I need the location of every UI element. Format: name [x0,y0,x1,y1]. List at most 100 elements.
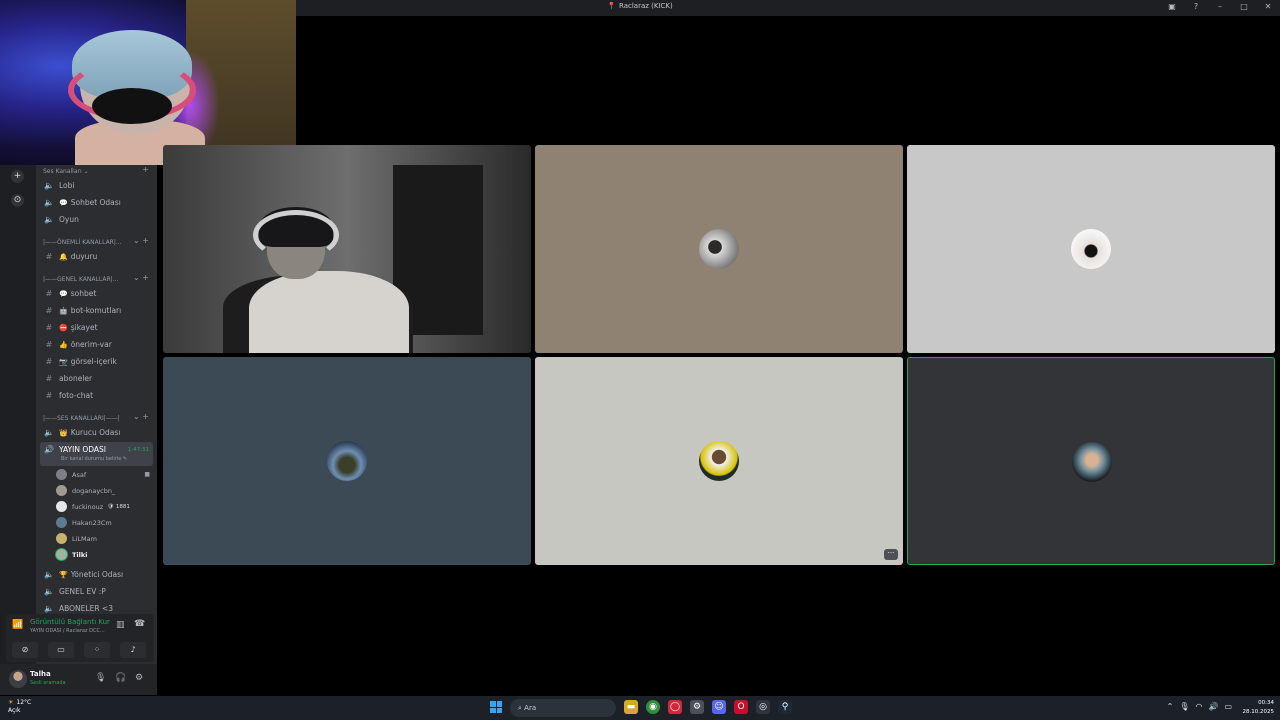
more-options-icon[interactable]: ··· [884,549,898,560]
category-header[interactable]: |——ÖNEMLİ KANALLAR|... [43,239,122,246]
category-label: Ses Kanalları [43,168,82,175]
voice-member[interactable]: doganaycbn_ [56,483,153,498]
user-status: Sesli aramada [30,680,66,686]
channel-emoji: 📷 [59,357,68,366]
channel-label: GENEL EV :P [59,587,106,596]
avatar[interactable] [9,670,27,688]
search-box[interactable]: ⌕ Ara [510,699,616,717]
channel-duyuru[interactable]: # 🔔 duyuru [40,249,153,264]
video-tile[interactable] [907,145,1275,353]
channel-bot-komutlari[interactable]: # 🤖 bot-komutları [40,303,153,318]
minimize-icon[interactable]: – [1214,2,1226,11]
camera-off-button[interactable]: ⊘ [12,642,38,658]
channel-label: YAYIN ODASI [59,445,106,454]
disconnect-icon[interactable]: ☎ [134,619,145,629]
sun-icon: ☀ [8,699,14,706]
discover-icon[interactable]: ⊙ [11,194,24,207]
microphone-icon[interactable]: 🎙 [95,673,106,683]
steam-icon[interactable]: ⚲ [778,700,792,714]
add-channel-icon[interactable]: ⌄ + [133,273,149,282]
channel-emoji: 🤖 [59,306,68,315]
add-channel-icon[interactable]: ⌄ + [133,236,149,245]
noise-suppression-icon[interactable]: ▥ [116,620,125,630]
channel-label: önerim-var [70,340,112,349]
activities-button[interactable]: ⁘ [84,642,110,658]
voice-member[interactable]: LiLMam [56,531,153,546]
voice-member[interactable]: Tilki [56,547,153,562]
category-label: |——GENEL KANALLAR|... [43,276,119,283]
discord-icon[interactable]: ☺ [712,700,726,714]
windows-taskbar: ☀ 12°C Açık ⌕ Ara ▬ ◉ ◯ ⚙ ☺ O ◎ ⚲ ⌃ 🎙 ◠ 🔊 … [0,696,1280,720]
channel-oyun[interactable]: 🔈 Oyun [40,212,153,227]
channel-yonetici-odasi[interactable]: 🔈 🏆 Yönetici Odası [40,567,153,582]
voice-member[interactable]: Asaf ■ [56,467,153,482]
username[interactable]: Talha [30,670,51,678]
avatar [327,441,367,481]
video-tile[interactable] [163,357,531,565]
help-icon[interactable]: ? [1190,2,1202,11]
video-tile[interactable] [535,145,903,353]
channel-genel-ev[interactable]: 🔈 GENEL EV :P [40,584,153,599]
add-server-icon[interactable]: + [11,170,24,183]
video-tile[interactable]: ··· [535,357,903,565]
voice-member[interactable]: Hakan23Cm [56,515,153,530]
user-panel: Talha Sesli aramada 🎙 🎧 ⚙ [0,664,157,695]
close-icon[interactable]: ✕ [1262,2,1274,11]
channel-foto-chat[interactable]: # foto-chat [40,388,153,403]
call-timer: 1:47:31 [127,447,149,453]
pin-icon: 📍 [607,2,616,10]
category-header[interactable]: |——SES KANALLARI|——| [43,415,120,422]
start-icon[interactable] [490,701,502,713]
channel-sikayet[interactable]: # ⛔ şikayet [40,320,153,335]
inbox-icon[interactable]: ▣ [1166,2,1178,11]
add-channel-icon[interactable]: ⌄ + [133,412,149,421]
hash-icon: # [45,357,53,366]
opera-icon[interactable]: O [734,700,748,714]
channel-sohbet-odasi[interactable]: 🔈 💬 Sohbet Odası [40,195,153,210]
settings-app-icon[interactable]: ⚙ [690,700,704,714]
system-tray: ⌃ 🎙 ◠ 🔊 ▭ [1167,702,1232,711]
mic-tray-icon[interactable]: 🎙 [1179,702,1189,711]
speaker-icon: 🔈 [44,604,54,613]
participant-headphones [253,210,339,260]
channel-label: Kurucu Odası [70,428,121,437]
hash-icon: # [45,391,53,400]
channel-lobi[interactable]: 🔈 Lobi [40,178,153,193]
battery-icon[interactable]: ▭ [1224,702,1232,711]
temperature: 12°C [16,699,32,706]
channel-status-text[interactable]: Bir kanal durumu belirle ✎ [61,456,127,462]
app-icon[interactable]: ◎ [756,700,770,714]
category-header[interactable]: |——GENEL KANALLAR|... [43,276,118,283]
chevron-up-icon[interactable]: ⌃ [1167,702,1174,711]
opera-gx-icon[interactable]: ◯ [668,700,682,714]
add-channel-icon[interactable]: + [142,165,149,174]
chrome-icon[interactable]: ◉ [646,700,660,714]
headphones-icon[interactable]: 🎧 [115,673,126,683]
screen-share-button[interactable]: ▭ [48,642,74,658]
voice-member[interactable]: fuckinouz 🛡 1881 [56,499,153,514]
channel-gorsel-icerik[interactable]: # 📷 görsel-içerik [40,354,153,369]
volume-icon[interactable]: 🔊 [1208,702,1218,711]
file-explorer-icon[interactable]: ▬ [624,700,638,714]
video-tile-speaking[interactable] [907,357,1275,565]
channel-yayin-odasi[interactable]: 🔊 YAYIN ODASI 1:47:31 Bir kanal durumu be… [40,442,153,466]
channel-kurucu-odasi[interactable]: 🔈 👑 Kurucu Odası [40,425,153,440]
speaker-icon: 🔈 [44,570,54,579]
channel-sohbet[interactable]: # 💬 sohbet [40,286,153,301]
video-tile-camera[interactable] [163,145,531,353]
weather-widget[interactable]: ☀ 12°C Açık [8,699,31,715]
wifi-icon[interactable]: ◠ [1195,702,1202,711]
settings-gear-icon[interactable]: ⚙ [135,673,143,683]
channel-label: şikayet [70,323,98,332]
channel-aboneler[interactable]: # aboneler [40,371,153,386]
category-header[interactable]: Ses Kanalları ⌄ [43,168,89,175]
channel-onerim-var[interactable]: # 👍 önerim-var [40,337,153,352]
voice-channel-name[interactable]: YAYIN ODASI / Raclaraz DCC... [30,628,105,634]
maximize-icon[interactable]: □ [1238,2,1250,11]
participant-hood [249,271,409,353]
signal-icon[interactable]: 📶 [12,620,23,630]
clock[interactable]: 00:34 28.10.2025 [1243,699,1275,717]
voice-status[interactable]: Görüntülü Bağlantı Kur [30,618,110,626]
soundboard-button[interactable]: ♪ [120,642,146,658]
avatar [56,485,67,496]
